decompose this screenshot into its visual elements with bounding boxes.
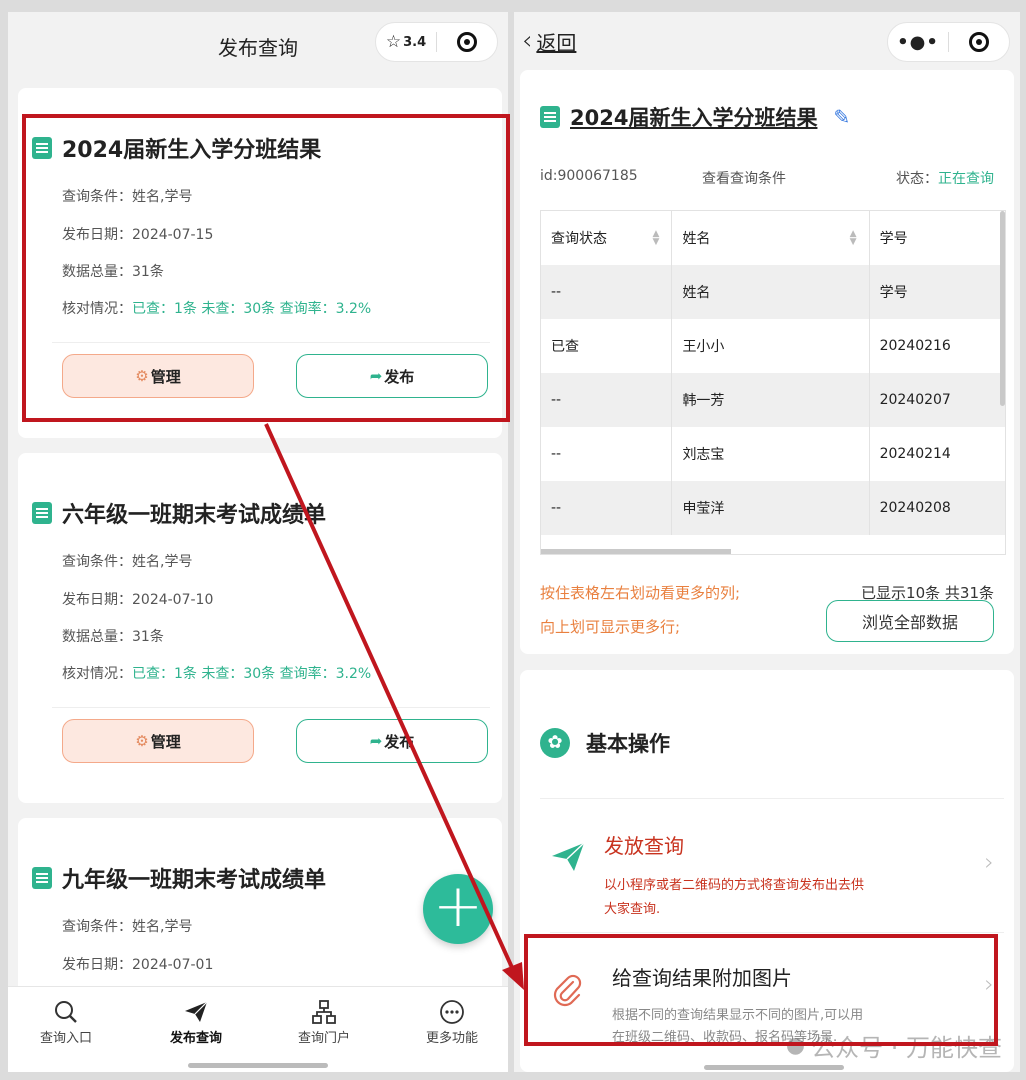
chevron-left-icon: ‹ (522, 26, 533, 56)
rating-value: 3.4 (403, 34, 427, 50)
sort-icon: ▲ ▼ (849, 229, 857, 247)
check-status: 核对情况：已查：1条 未查：30条 查询率：3.2% (62, 666, 372, 682)
data-total: 数据总量：31条 (62, 629, 164, 645)
table-row: -- 申莹洋 20240208 (541, 481, 1005, 535)
nav-header: 发布查询 ☆ 3.4 (8, 12, 508, 76)
close-target-button[interactable] (949, 22, 1009, 62)
gear-icon: ⚙ (135, 367, 149, 385)
table-row: -- 韩一芳 20240207 (541, 373, 1005, 427)
rating-button[interactable]: ☆ 3.4 (376, 22, 436, 62)
tab-more-functions[interactable]: 更多功能 (402, 997, 502, 1046)
more-icon (402, 997, 502, 1027)
table-header-row: 查询状态 ▲ ▼ 姓名 ▲ ▼ 学号 (541, 211, 1005, 265)
horizontal-scrollbar[interactable] (541, 549, 731, 554)
tab-query-entry[interactable]: 查询入口 (16, 997, 116, 1046)
table-row: -- 刘志宝 20240214 (541, 427, 1005, 481)
watermark: ● 公众号 · 万能快查 (785, 1033, 1002, 1062)
section-header: ✿ 基本操作 (540, 728, 670, 758)
left-phone-screen: 发布查询 ☆ 3.4 2024届新生入学分班结果 查询条件：姓名,学号 发布日期：… (8, 12, 508, 1072)
hint-swipe-columns: 按住表格左右划动看更多的列; (540, 584, 741, 602)
gear-icon: ⚙ (135, 732, 149, 750)
paperclip-icon (550, 972, 586, 1012)
browse-all-button[interactable]: 浏览全部数据 (826, 600, 994, 642)
query-id: id:900067185 (540, 168, 638, 184)
check-status: 核对情况：已查：1条 未查：30条 查询率：3.2% (62, 301, 372, 317)
nav-header: ‹ 返回 •●• (514, 12, 1020, 76)
sort-icon: ▲ ▼ (652, 229, 660, 247)
bottom-tab-bar: 查询入口 发布查询 查询门户 更多功能 (8, 986, 508, 1072)
manage-button[interactable]: ⚙ 管理 (62, 354, 254, 398)
tab-query-portal[interactable]: 查询门户 (274, 997, 374, 1046)
chevron-right-icon: › (984, 970, 994, 998)
table-row: -- 姓名 学号 (541, 265, 1005, 319)
plus-icon: + (432, 871, 484, 941)
sitemap-icon (274, 997, 374, 1027)
hint-swipe-rows: 向上划可显示更多行; (540, 618, 681, 636)
divider (52, 342, 490, 343)
manage-button[interactable]: ⚙ 管理 (62, 719, 254, 763)
data-table[interactable]: 查询状态 ▲ ▼ 姓名 ▲ ▼ 学号 -- 姓名 学号 已查 王小小 20240216 -- 韩一… (540, 210, 1006, 555)
document-icon (32, 137, 52, 159)
home-indicator (704, 1065, 844, 1070)
query-card[interactable]: 六年级一班期末考试成绩单 查询条件：姓名,学号 发布日期：2024-07-10 … (18, 453, 502, 803)
query-conditions: 查询条件：姓名,学号 (62, 919, 193, 935)
share-icon: ➦ (369, 367, 383, 385)
target-icon (457, 32, 477, 52)
detail-title: 2024届新生入学分班结果 ✎ (540, 102, 850, 132)
mini-program-capsule: ☆ 3.4 (375, 22, 498, 62)
basic-operations-card: ✿ 基本操作 发放查询 以小程序或者二维码的方式将查询发布出去供 大家查询. ›… (520, 670, 1014, 1072)
column-header[interactable]: 姓名 ▲ ▼ (672, 211, 870, 265)
view-conditions-link[interactable]: 查看查询条件 (702, 168, 786, 188)
query-status: 状态：正在查询 (896, 171, 994, 187)
column-header[interactable]: 学号 (870, 211, 1005, 265)
back-button[interactable]: ‹ 返回 (522, 26, 576, 56)
action-distribute-query[interactable]: 发放查询 以小程序或者二维码的方式将查询发布出去供 大家查询. › (520, 802, 1014, 920)
query-conditions: 查询条件：姓名,学号 (62, 554, 193, 570)
tab-publish-query[interactable]: 发布查询 (146, 997, 246, 1046)
divider (52, 707, 490, 708)
document-icon (32, 502, 52, 524)
star-icon: ☆ (385, 32, 402, 52)
query-card[interactable]: 2024届新生入学分班结果 查询条件：姓名,学号 发布日期：2024-07-15… (18, 88, 502, 438)
home-indicator (188, 1063, 328, 1068)
chevron-right-icon: › (984, 848, 994, 876)
column-header[interactable]: 查询状态 ▲ ▼ (541, 211, 673, 265)
card-title: 六年级一班期末考试成绩单 (32, 497, 326, 529)
publish-date: 发布日期：2024-07-10 (62, 592, 214, 608)
card-title: 九年级一班期末考试成绩单 (32, 862, 326, 894)
more-menu-button[interactable]: •●• (888, 22, 948, 62)
wechat-icon: ● (785, 1033, 806, 1058)
card-title: 2024届新生入学分班结果 (32, 132, 321, 164)
divider (550, 932, 1004, 933)
result-detail-card: 2024届新生入学分班结果 ✎ id:900067185 查看查询条件 状态：正… (520, 70, 1014, 654)
add-button[interactable]: + (423, 874, 493, 944)
document-icon (540, 106, 560, 128)
right-phone-screen: ‹ 返回 •●• 2024届新生入学分班结果 ✎ id:900067185 查看… (514, 12, 1020, 1072)
edit-pencil-icon[interactable]: ✎ (833, 105, 850, 129)
mini-program-capsule: •●• (887, 22, 1010, 62)
paper-plane-icon (146, 997, 246, 1027)
publish-date: 发布日期：2024-07-15 (62, 227, 214, 243)
search-icon (16, 997, 116, 1027)
document-icon (32, 867, 52, 889)
divider (540, 798, 1004, 799)
publish-button[interactable]: ➦ 发布 (296, 719, 488, 763)
target-icon (969, 32, 989, 52)
table-row: 已查 王小小 20240216 (541, 319, 1005, 373)
data-total: 数据总量：31条 (62, 264, 164, 280)
share-icon: ➦ (369, 732, 383, 750)
ellipsis-icon: •●• (897, 31, 939, 53)
publish-button[interactable]: ➦ 发布 (296, 354, 488, 398)
flower-gear-icon: ✿ (540, 728, 570, 758)
publish-date: 发布日期：2024-07-01 (62, 957, 214, 973)
close-target-button[interactable] (437, 22, 497, 62)
query-conditions: 查询条件：姓名,学号 (62, 189, 193, 205)
vertical-scrollbar[interactable] (1000, 211, 1005, 406)
paper-plane-icon (550, 838, 586, 878)
